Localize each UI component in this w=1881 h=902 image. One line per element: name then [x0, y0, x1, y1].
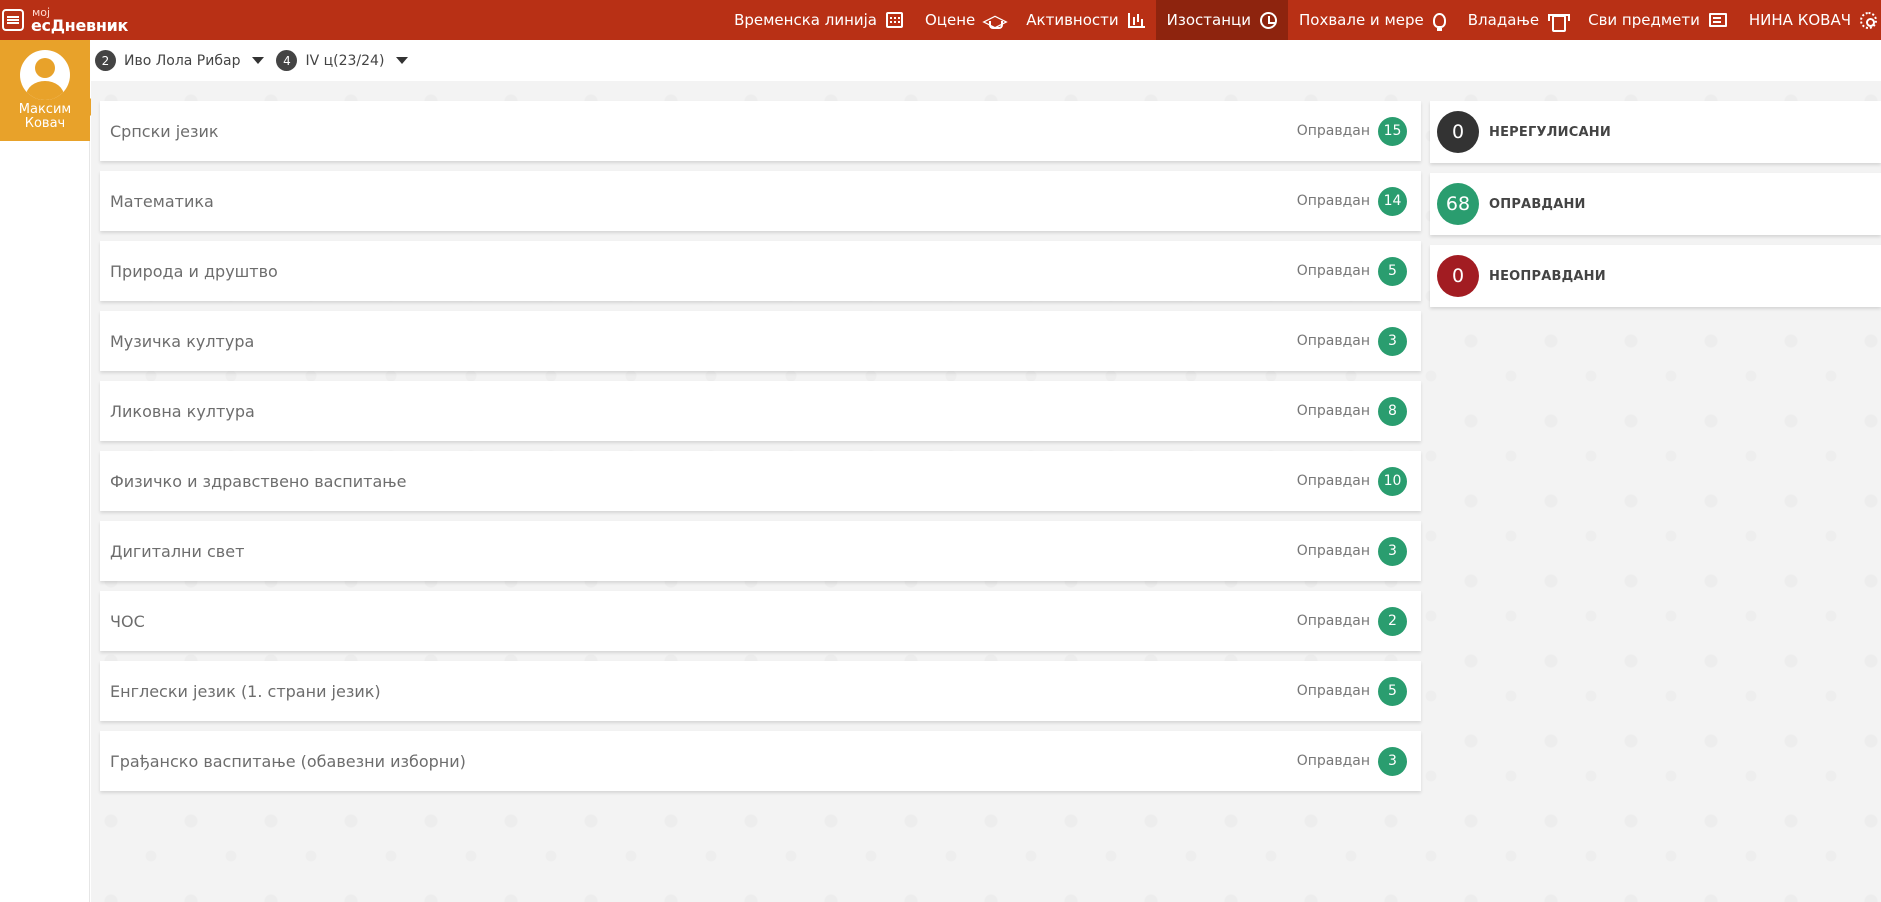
student-sidebar: Максим Ковач	[0, 40, 99, 902]
subject-name: Ликовна култура	[110, 401, 255, 421]
class-selector[interactable]: 4 IV ц(23/24)	[276, 50, 409, 71]
nav-grades-label: Оцене	[925, 11, 976, 29]
nav-behavior[interactable]: Владање	[1457, 0, 1577, 40]
presentation-board-icon	[1708, 13, 1727, 27]
user-name: НИНА КОВАЧ	[1748, 11, 1851, 29]
summary-unjustified-count: 0	[1437, 255, 1479, 297]
absence-count-badge: 3	[1378, 746, 1407, 776]
nav-absences-label: Изостанци	[1166, 11, 1251, 29]
absence-status: Оправдан	[1296, 333, 1370, 349]
absence-count-badge: 5	[1378, 256, 1407, 286]
class-name: IV ц(23/24)	[305, 52, 385, 69]
absence-count-badge: 8	[1378, 396, 1407, 426]
nav-timeline[interactable]: Временска линија	[723, 0, 914, 40]
absence-status: Оправдан	[1296, 753, 1370, 769]
absence-status: Оправдан	[1296, 543, 1370, 559]
summary-justified-count: 68	[1437, 183, 1479, 225]
school-number-badge: 2	[95, 50, 116, 71]
nav-absences[interactable]: Изостанци	[1155, 0, 1288, 40]
absence-summary-panel: 0 НЕРЕГУЛИСАНИ 68 ОПРАВДАНИ 0 НЕОПРАВДАН…	[1430, 101, 1881, 317]
absence-status: Оправдан	[1296, 263, 1370, 279]
subject-name: ЧОС	[110, 611, 145, 631]
lightbulb-icon	[1432, 12, 1446, 31]
subject-name: Математика	[110, 191, 214, 211]
absence-row-math[interactable]: Математика Оправдан 14	[100, 171, 1421, 231]
subject-name: Музичка култура	[110, 331, 255, 351]
absence-status: Оправдан	[1296, 683, 1370, 699]
absence-row-pe[interactable]: Физичко и здравствено васпитање Оправдан…	[100, 451, 1421, 511]
nav-all-subjects-label: Сви предмети	[1588, 11, 1700, 29]
gear-icon	[1860, 11, 1877, 29]
nav-activities[interactable]: Активности	[1015, 0, 1155, 40]
chevron-down-icon	[396, 57, 409, 64]
absence-row-serbian[interactable]: Српски језик Оправдан 15	[100, 101, 1421, 161]
absence-status: Оправдан	[1296, 473, 1370, 489]
absence-count-badge: 14	[1378, 186, 1407, 216]
student-card[interactable]: Максим Ковач	[0, 40, 99, 141]
brand-name: есДневник	[31, 15, 129, 35]
school-selector[interactable]: 2 Иво Лола Рибар	[95, 50, 265, 71]
nav-praises-label: Похвале и мере	[1298, 11, 1424, 29]
summary-unjustified[interactable]: 0 НЕОПРАВДАНИ	[1430, 245, 1881, 307]
nav-grades[interactable]: Оцене	[914, 0, 1015, 40]
absences-content: Српски језик Оправдан 15 Математика Опра…	[91, 81, 1881, 902]
nav-activities-label: Активности	[1026, 11, 1119, 29]
absence-count-badge: 15	[1378, 116, 1407, 146]
diary-logo-icon	[2, 9, 24, 31]
absence-status: Оправдан	[1296, 193, 1370, 209]
absence-row-art[interactable]: Ликовна култура Оправдан 8	[100, 381, 1421, 441]
selector-bar: 2 Иво Лола Рибар 4 IV ц(23/24)	[91, 40, 1881, 81]
summary-justified-label: ОПРАВДАНИ	[1489, 196, 1586, 212]
absence-status: Оправдан	[1296, 403, 1370, 419]
student-last-name: Ковач	[24, 116, 66, 131]
nav-behavior-label: Владање	[1467, 11, 1540, 29]
absence-row-class-hour[interactable]: ЧОС Оправдан 2	[100, 591, 1421, 651]
shirt-icon	[1548, 12, 1571, 32]
subject-name: Дигитални свет	[110, 541, 245, 561]
summary-unregulated-count: 0	[1437, 111, 1479, 153]
subject-name: Физичко и здравствено васпитање	[110, 471, 407, 491]
absence-row-english[interactable]: Енглески језик (1. страни језик) Оправда…	[100, 661, 1421, 721]
summary-unjustified-label: НЕОПРАВДАНИ	[1489, 268, 1606, 284]
chevron-down-icon	[252, 57, 265, 64]
bar-chart-icon	[1127, 12, 1145, 28]
absence-row-digital-world[interactable]: Дигитални свет Оправдан 3	[100, 521, 1421, 581]
absence-count-badge: 3	[1378, 536, 1407, 566]
nav-all-subjects[interactable]: Сви предмети	[1577, 0, 1738, 40]
subject-name: Енглески језик (1. страни језик)	[110, 681, 381, 701]
main-nav: Временска линија Оцене Активности Изоста…	[723, 0, 1881, 40]
app-logo[interactable]: мој есДневник	[0, 0, 128, 40]
summary-unregulated[interactable]: 0 НЕРЕГУЛИСАНИ	[1430, 101, 1881, 163]
absence-row-music[interactable]: Музичка култура Оправдан 3	[100, 311, 1421, 371]
absence-count-badge: 2	[1378, 606, 1407, 636]
student-name: Максим Ковач	[19, 103, 71, 131]
absence-list: Српски језик Оправдан 15 Математика Опра…	[100, 101, 1421, 801]
absence-count-badge: 3	[1378, 326, 1407, 356]
summary-justified[interactable]: 68 ОПРАВДАНИ	[1430, 173, 1881, 235]
alarm-clock-icon	[1259, 11, 1277, 29]
class-number-badge: 4	[276, 50, 298, 71]
nav-praises[interactable]: Похвале и мере	[1288, 0, 1457, 40]
user-menu[interactable]: НИНА КОВАЧ	[1738, 0, 1881, 40]
absence-count-badge: 5	[1378, 676, 1407, 706]
absence-row-civic-education[interactable]: Грађанско васпитање (обавезни изборни) О…	[100, 731, 1421, 791]
subject-name: Грађанско васпитање (обавезни изборни)	[110, 751, 466, 771]
absence-status: Оправдан	[1296, 123, 1370, 139]
summary-unregulated-label: НЕРЕГУЛИСАНИ	[1489, 124, 1611, 140]
top-navigation-bar: мој есДневник Временска линија Оцене Акт…	[0, 0, 1881, 40]
subject-name: Природа и друштво	[110, 261, 278, 281]
absence-status: Оправдан	[1296, 613, 1370, 629]
student-first-name: Максим	[18, 102, 72, 117]
graduation-cap-icon	[984, 13, 1004, 29]
avatar-icon	[20, 50, 70, 100]
school-name: Иво Лола Рибар	[124, 52, 241, 69]
calendar-icon	[886, 12, 903, 28]
absence-count-badge: 10	[1378, 466, 1407, 496]
nav-timeline-label: Временска линија	[734, 11, 877, 29]
absence-row-nature-society[interactable]: Природа и друштво Оправдан 5	[100, 241, 1421, 301]
brand-text: мој есДневник	[31, 7, 128, 34]
subject-name: Српски језик	[110, 121, 219, 141]
